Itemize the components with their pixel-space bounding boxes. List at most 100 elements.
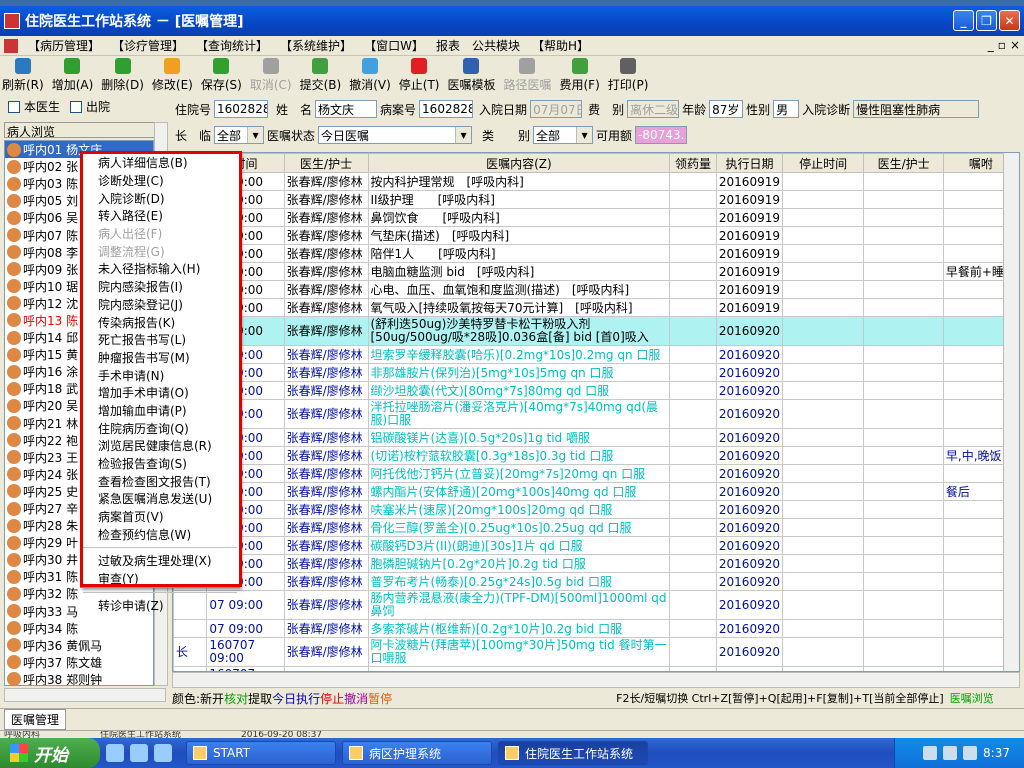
order-row[interactable]: 07 09:00张春辉/廖修林坦索罗辛缓释胶囊(哈乐)[0.2mg*10s]0.… — [173, 345, 1019, 364]
toolbar-button-7[interactable]: 撤消(V) — [349, 56, 391, 93]
order-row[interactable]: 07 09:00张春辉/廖修林泮托拉唑肠溶片(潘妥洛克片)[40mg*7s]40… — [173, 399, 1019, 429]
menu-report[interactable]: 报表 — [430, 37, 466, 54]
mdi-minimize-button[interactable]: _ — [988, 38, 994, 52]
column-header[interactable]: 领药量 — [669, 153, 717, 173]
patient-item[interactable]: 呼内37 陈文雄 — [5, 654, 153, 671]
patient-item[interactable]: 呼内34 陈 — [5, 620, 153, 637]
grid-hscroll[interactable] — [172, 672, 1020, 688]
discharged-checkbox[interactable]: 出院 — [70, 98, 110, 115]
column-header[interactable]: 停止时间 — [781, 153, 865, 173]
context-menu-item[interactable]: 紧急医嘱消息发送(U) — [81, 490, 239, 508]
order-row[interactable]: 07 09:00 张春辉/廖修林 肠内营养混悬液(康全力)(TPF-DM)[500m… — [173, 590, 1019, 620]
context-menu-item[interactable]: 检验报告查询(S) — [81, 455, 239, 473]
order-row[interactable]: 07 09:00张春辉/廖修林心电、血压、血氧饱和度监测(描述) [呼吸内科]2… — [173, 280, 1019, 299]
type-select[interactable]: 全部 ▼ — [533, 126, 594, 144]
order-row[interactable]: 07 09:00张春辉/廖修林气垫床(描述) [呼吸内科]20160919 — [173, 226, 1019, 245]
context-menu-item[interactable]: 查看检查图文报告(T) — [81, 472, 239, 490]
column-header[interactable]: 执行日期 — [715, 153, 783, 173]
toolbar-button-12[interactable]: 打印(P) — [608, 56, 648, 93]
order-row[interactable]: 07 09:00 张春辉/廖修林 多索茶碱片(枢维新)[0.2g*10片]0.2g … — [173, 619, 1019, 638]
context-menu-item[interactable]: 未入径指标输入(H) — [81, 260, 239, 278]
context-menu-item[interactable]: 入院诊断(D) — [81, 189, 239, 207]
toolbar-button-3[interactable]: 修改(E) — [152, 56, 193, 93]
toolbar-button-0[interactable]: 刷新(R) — [2, 56, 44, 93]
menu-public[interactable]: 公共模块 — [466, 37, 526, 54]
order-row[interactable]: 07 09:00张春辉/廖修林II级护理 [呼吸内科]20160919 — [173, 190, 1019, 209]
order-row[interactable]: 07 09:00张春辉/廖修林螺内酯片(安体舒通)[20mg*100s]40mg… — [173, 482, 1019, 501]
close-button[interactable]: ✕ — [999, 10, 1020, 31]
context-menu-item[interactable]: 审查(Y) — [81, 570, 239, 588]
toolbar-button-9[interactable]: 医嘱模板 — [447, 56, 495, 93]
menu-treatment[interactable]: 【诊疗管理】 — [106, 37, 190, 54]
context-menu-item[interactable]: 调整流程(G) — [81, 242, 239, 260]
taskbar-task[interactable]: 住院医生工作站系统 — [498, 741, 648, 765]
volume-icon[interactable] — [963, 746, 978, 760]
menu-help[interactable]: 【帮助H】 — [526, 37, 595, 54]
order-row[interactable]: 07 09:00张春辉/廖修林(切诺)桉柠蒎软胶囊[0.3g*18s]0.3g … — [173, 446, 1019, 465]
order-row[interactable]: 07 09:00张春辉/廖修林骨化三醇(罗盖全)[0.25ug*10s]0.25… — [173, 518, 1019, 537]
context-menu-item[interactable]: 死亡报告书写(L) — [81, 331, 239, 349]
status-select[interactable]: 今日医嘱 ▼ — [318, 126, 473, 144]
order-row[interactable]: 07 09:00张春辉/廖修林电脑血糖监测 bid [呼吸内科]20160919… — [173, 262, 1019, 281]
order-row[interactable]: 07 09:00张春辉/廖修林胞磷胆碱钠片[0.2g*20片]0.2g tid … — [173, 554, 1019, 573]
available-field[interactable]: -80743.1 — [635, 126, 688, 144]
case-field[interactable]: 1602828 — [419, 100, 474, 118]
context-menu-item[interactable]: 院内感染登记(J) — [81, 296, 239, 314]
mdi-close-button[interactable]: × — [1010, 38, 1020, 52]
order-row[interactable]: 07 09:00张春辉/廖修林非那雄胺片(保列治)[5mg*10s]5mg qn… — [173, 363, 1019, 382]
column-header[interactable]: 医嘱内容(Z) — [367, 153, 671, 173]
order-row[interactable]: 07 09:00张春辉/廖修林按内科护理常规 [呼吸内科]20160919 — [173, 172, 1019, 191]
desktop-icon[interactable] — [154, 744, 172, 762]
toolbar-button-5[interactable]: 取消(C) — [250, 56, 292, 93]
menu-record[interactable]: 【病历管理】 — [22, 37, 106, 54]
context-menu-item[interactable]: 肿瘤报告书写(M) — [81, 349, 239, 367]
menu-window[interactable]: 【窗口W】 — [358, 37, 430, 54]
minimize-button[interactable]: _ — [953, 10, 974, 31]
context-menu-item[interactable]: 转诊申请(Z) — [81, 597, 239, 615]
column-header[interactable]: 医生/护士 — [283, 153, 369, 173]
my-patients-checkbox[interactable]: 本医生 — [8, 98, 60, 115]
order-row[interactable]: 07 09:00张春辉/廖修林碳酸钙D3片(II)(朗迪)[30s]1片 qd … — [173, 536, 1019, 555]
column-header[interactable]: 医生/护士 — [863, 153, 944, 173]
order-row[interactable]: 07 09:00张春辉/廖修林缬沙坦胶囊(代文)[80mg*7s]80mg qd… — [173, 381, 1019, 400]
menu-query[interactable]: 【查询统计】 — [190, 37, 274, 54]
patient-list-hscroll[interactable] — [4, 688, 166, 702]
context-menu-item[interactable]: 病人出径(F) — [81, 225, 239, 243]
admit-date-field[interactable]: 07月07日 — [530, 100, 583, 118]
context-menu-item[interactable]: 病案首页(V) — [81, 508, 239, 526]
network-icon[interactable] — [943, 746, 958, 760]
taskbar-task[interactable]: 病区护理系统 — [342, 741, 492, 765]
mdi-restore-button[interactable]: ▫ — [998, 38, 1006, 52]
order-row[interactable]: 07 09:00张春辉/廖修林呋塞米片(速尿)[20mg*100s]20mg q… — [173, 500, 1019, 519]
toolbar-button-6[interactable]: 提交(B) — [300, 56, 341, 93]
context-menu-item[interactable]: 检查预约信息(W) — [81, 525, 239, 543]
toolbar-button-10[interactable]: 路径医嘱 — [503, 56, 552, 93]
orders-grid[interactable]: 时间医生/护士医嘱内容(Z)领药量执行日期停止时间医生/护士嘱咐 07 09:0… — [172, 152, 1020, 672]
toolbar-button-2[interactable]: 删除(D) — [101, 56, 144, 93]
order-row[interactable]: 07 09:00张春辉/廖修林陪伴1人 [呼吸内科]20160919 — [173, 244, 1019, 263]
patient-item[interactable]: 呼内36 黄佩马 — [5, 637, 153, 654]
browser-icon[interactable] — [130, 744, 148, 762]
context-menu-item[interactable]: 转入路径(E) — [81, 207, 239, 225]
order-row[interactable]: 07 09:00张春辉/廖修林阿托伐他汀钙片(立普妥)[20mg*7s]20mg… — [173, 464, 1019, 483]
patient-item[interactable]: 呼内38 郑则钟 — [5, 671, 153, 685]
menu-system[interactable]: 【系统维护】 — [274, 37, 358, 54]
name-field[interactable]: 杨文庆 — [315, 100, 378, 118]
context-menu-item[interactable]: 增加输血申请(P) — [81, 402, 239, 420]
context-menu-item[interactable]: 病人详细信息(B) — [81, 154, 239, 172]
context-menu-item[interactable]: 诊断处理(C) — [81, 172, 239, 190]
start-button[interactable]: 开始 — [0, 738, 100, 768]
toolbar-button-4[interactable]: 保存(S) — [201, 56, 242, 93]
tab-order-management[interactable]: 医嘱管理 — [4, 709, 67, 730]
diagnosis-field[interactable]: 慢性阻塞性肺病 — [853, 100, 980, 118]
grid-vscroll[interactable] — [1003, 153, 1019, 671]
order-row[interactable]: 07 09:00张春辉/廖修林普罗布考片(畅泰)[0.25g*24s]0.5g … — [173, 572, 1019, 591]
context-menu-item[interactable]: 过敏及病生理处理(X) — [81, 552, 239, 570]
fee-field[interactable]: 离休二级 — [627, 100, 680, 118]
context-menu-item[interactable]: 院内感染报告(I) — [81, 278, 239, 296]
order-row[interactable]: 07 09:00张春辉/廖修林氧气吸入[持续吸氧按每天70元计算] [呼吸内科]… — [173, 298, 1019, 317]
order-row[interactable]: 07 09:00张春辉/廖修林鼻饲饮食 [呼吸内科]20160919 — [173, 208, 1019, 227]
bed-field[interactable]: 1602828 — [214, 100, 269, 118]
toolbar-button-1[interactable]: 增加(A) — [52, 56, 93, 93]
keyboard-icon[interactable] — [923, 746, 938, 760]
